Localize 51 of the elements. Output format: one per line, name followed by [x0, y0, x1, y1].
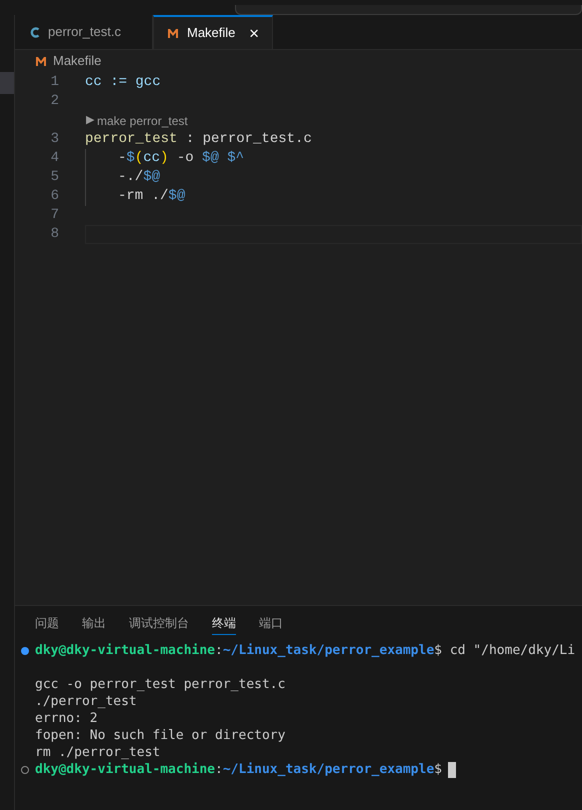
terminal-output: fopen: No such file or directory: [34, 727, 286, 744]
panel-tab[interactable]: 问题: [35, 614, 59, 635]
panel-tab[interactable]: 调试控制台: [129, 614, 189, 635]
line-number: 7: [50, 206, 59, 225]
c-file-icon: [30, 26, 40, 38]
prompt-path: ~/Linux_task/perror_example: [222, 761, 434, 778]
line-number: 3: [50, 130, 59, 149]
variable-text: cc: [143, 149, 160, 168]
bracket-text: (: [134, 149, 144, 168]
makefile-icon: [35, 56, 47, 66]
automatic-variable-text: $: [126, 149, 135, 168]
terminal-output: errno: 2: [34, 710, 99, 727]
panel-tab[interactable]: 端口: [259, 614, 283, 635]
code-text: rm ./: [126, 187, 168, 206]
prompt-dollar: $: [434, 761, 442, 778]
play-icon[interactable]: ▶: [86, 112, 94, 129]
target-text: perror_test: [85, 130, 178, 149]
variable-text: cc := gcc: [85, 73, 161, 92]
editor-tab[interactable]: Makefile ×: [153, 15, 273, 49]
line-number: 2: [50, 92, 59, 111]
terminal-output: ./perror_test: [34, 693, 138, 710]
line-number: 1: [50, 73, 59, 92]
code-text: -: [118, 187, 126, 206]
prompt-path: ~/Linux_task/perror_example: [222, 642, 434, 659]
code-text: ./: [126, 168, 144, 187]
automatic-variable-text: $@: [168, 187, 186, 206]
terminal-output: rm ./perror_test: [34, 744, 162, 761]
panel-tab[interactable]: 输出: [82, 614, 106, 635]
automatic-variable-text: $@: [143, 168, 160, 187]
makefile-icon: [167, 28, 179, 38]
line-number: 6: [50, 187, 59, 206]
panel-tab[interactable]: 终端: [212, 614, 236, 635]
line-number: 8: [50, 225, 59, 244]
prompt-user: dky@dky-virtual-machine: [35, 761, 216, 778]
codelens-link[interactable]: make perror_test: [97, 112, 188, 130]
line-number: 5: [50, 168, 59, 187]
code-text: -o: [176, 149, 195, 168]
terminal-output: gcc -o perror_test perror_test.c: [34, 676, 286, 693]
bracket-text: ): [160, 149, 168, 168]
prompt-user: dky@dky-virtual-machine: [35, 642, 216, 659]
prompt-separator: :: [215, 761, 223, 778]
line-number: 4: [50, 149, 59, 168]
automatic-variable-text: $@ $^: [202, 149, 244, 168]
terminal-command: cd "/home/dky/Li: [448, 642, 576, 659]
code-text: : perror_test.c: [184, 130, 312, 149]
code-text: -: [118, 149, 126, 168]
prompt-separator: :: [215, 642, 223, 659]
prompt-dollar: $: [434, 642, 442, 659]
close-icon[interactable]: ×: [249, 24, 259, 42]
breadcrumb-item[interactable]: Makefile: [53, 51, 102, 71]
code-text: -: [118, 168, 126, 187]
